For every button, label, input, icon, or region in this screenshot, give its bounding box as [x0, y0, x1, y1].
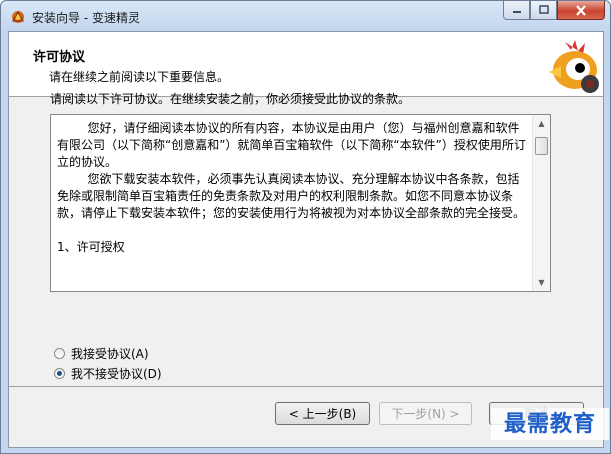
decline-radio[interactable]: [54, 368, 65, 379]
scroll-down-icon[interactable]: ▼: [537, 278, 546, 287]
watermark-text: 最需教育: [491, 408, 609, 440]
license-text: 您好，请仔细阅读本协议的所有内容，本协议是由用户（您）与福州创意嘉和软件有限公司…: [57, 121, 526, 254]
close-button[interactable]: [557, 1, 605, 20]
decline-radio-row[interactable]: 我不接受协议(D): [54, 365, 162, 382]
window-title: 安装向导 - 变速精灵: [32, 11, 140, 25]
selected-dot: [57, 371, 62, 376]
installer-window: 安装向导 - 变速精灵 许可协议 请在继续之前阅读以下重要信息。 请阅读以下许可…: [0, 0, 611, 454]
license-intro: 请阅读以下许可协议。在继续安装之前，你必须接受此协议的条款。: [50, 92, 411, 106]
wizard-header: 许可协议 请在继续之前阅读以下重要信息。: [9, 32, 603, 97]
decline-label[interactable]: 我不接受协议(D): [71, 365, 162, 382]
footer-divider: [9, 386, 603, 387]
gear-app-icon: [12, 10, 24, 23]
caption-buttons: [503, 1, 605, 21]
accept-radio-row[interactable]: 我接受协议(A): [54, 345, 149, 362]
minimize-icon: [512, 11, 521, 13]
scroll-thumb[interactable]: [535, 137, 548, 155]
maximize-icon: [538, 5, 549, 14]
maximize-button[interactable]: [530, 1, 557, 20]
rooster-logo-icon: [549, 40, 599, 93]
wizard-content: 许可协议 请在继续之前阅读以下重要信息。 请阅读以下许可协议。在继续安装之前，你…: [8, 31, 604, 448]
page-subtitle: 请在继续之前阅读以下重要信息。: [49, 70, 230, 84]
accept-label[interactable]: 我接受协议(A): [71, 345, 149, 362]
minimize-button[interactable]: [503, 1, 530, 20]
page-title: 许可协议: [33, 50, 86, 65]
close-icon: [576, 4, 586, 16]
next-button[interactable]: 下一步(N) >: [379, 402, 472, 425]
back-button[interactable]: < 上一步(B): [275, 402, 370, 425]
title-bar[interactable]: 安装向导 - 变速精灵: [1, 1, 610, 31]
license-scrollbar[interactable]: ▲ ▼: [532, 115, 550, 291]
license-textbox[interactable]: 您好，请仔细阅读本协议的所有内容，本协议是由用户（您）与福州创意嘉和软件有限公司…: [50, 114, 551, 292]
accept-radio[interactable]: [54, 348, 65, 359]
scroll-up-icon[interactable]: ▲: [537, 119, 546, 128]
